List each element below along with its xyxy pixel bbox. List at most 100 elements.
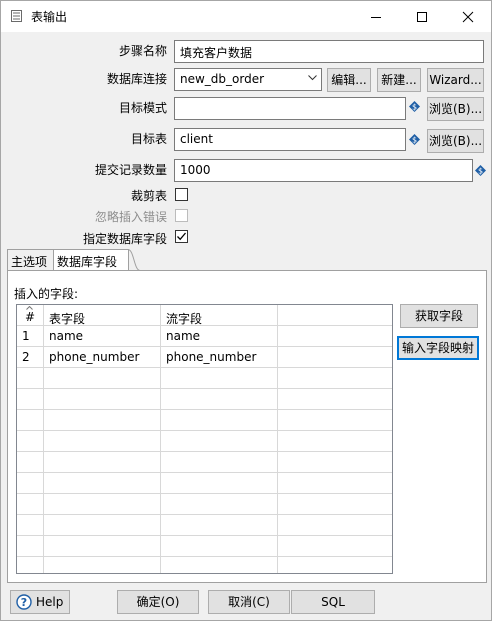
row-number-cell <box>17 473 44 494</box>
close-icon <box>462 11 474 23</box>
table-header: # 表字段 流字段 <box>17 305 392 326</box>
empty-cell <box>278 494 392 515</box>
input-field-mapping-button[interactable]: 输入字段映射 <box>397 336 479 360</box>
browse-schema-button[interactable]: 浏览(B)... <box>427 97 484 121</box>
target-table-label: 目标表 <box>130 132 167 146</box>
database-fields-panel: 插入的字段: # 表字段 流字段 1 name name 2 phone_number p… <box>7 270 487 583</box>
stream-field-cell[interactable] <box>161 536 278 557</box>
stream-field-cell[interactable] <box>161 389 278 410</box>
target-schema-label: 目标模式 <box>118 101 167 115</box>
truncate-table-checkbox[interactable] <box>175 188 188 201</box>
tab-main-options[interactable]: 主选项 <box>7 249 53 271</box>
tab-database-fields[interactable]: 数据库字段 <box>53 249 129 271</box>
row-number-cell: 2 <box>17 347 44 368</box>
get-fields-button[interactable]: 获取字段 <box>400 304 478 328</box>
table-field-cell[interactable] <box>44 389 161 410</box>
empty-cell <box>278 431 392 452</box>
table-row[interactable]: 1 name name <box>17 326 392 347</box>
sql-button[interactable]: SQL <box>291 590 375 614</box>
title-bar: 表输出 <box>1 1 491 32</box>
stream-field-cell[interactable] <box>161 473 278 494</box>
empty-table-row <box>17 389 392 410</box>
stream-field-cell[interactable]: name <box>161 326 278 347</box>
row-number-cell <box>17 368 44 389</box>
commit-size-input[interactable]: 1000 <box>174 159 473 182</box>
ignore-insert-errors-checkbox[interactable] <box>175 209 188 222</box>
minimize-button[interactable] <box>353 1 399 32</box>
table-output-dialog: 表输出 步骤名称 填充客户数据 数据库连接 new_db_order 编辑...… <box>0 0 492 621</box>
target-table-input[interactable]: client <box>174 128 406 151</box>
table-field-cell[interactable] <box>44 368 161 389</box>
column-header-stream-field[interactable]: 流字段 <box>161 305 278 326</box>
empty-table-row <box>17 536 392 557</box>
empty-cell <box>278 326 392 347</box>
empty-table-row <box>17 368 392 389</box>
variable-icon: $ <box>409 134 420 145</box>
specify-db-fields-checkbox[interactable] <box>175 230 188 243</box>
maximize-button[interactable] <box>399 1 445 32</box>
empty-table-row <box>17 515 392 536</box>
step-name-label: 步骤名称 <box>118 44 167 58</box>
stream-field-cell[interactable] <box>161 515 278 536</box>
edit-connection-button[interactable]: 编辑... <box>327 68 371 92</box>
row-number-cell <box>17 410 44 431</box>
column-header-table-field[interactable]: 表字段 <box>44 305 161 326</box>
empty-cell <box>278 515 392 536</box>
table-field-cell[interactable] <box>44 557 161 573</box>
svg-text:$: $ <box>478 167 483 176</box>
empty-cell <box>278 557 392 573</box>
stream-field-cell[interactable] <box>161 431 278 452</box>
ignore-insert-errors-label: 忽略插入错误 <box>94 210 167 224</box>
wizard-button[interactable]: Wizard... <box>427 68 484 92</box>
stream-field-cell[interactable] <box>161 494 278 515</box>
checkmark-icon <box>177 232 186 241</box>
table-field-cell[interactable]: phone_number <box>44 347 161 368</box>
empty-cell <box>278 536 392 557</box>
column-header-number[interactable]: # <box>17 305 44 326</box>
ok-button[interactable]: 确定(O) <box>117 590 199 614</box>
table-output-icon <box>11 10 22 22</box>
help-button[interactable]: ? Help <box>10 590 70 614</box>
close-button[interactable] <box>445 1 491 32</box>
specify-db-fields-label: 指定数据库字段 <box>82 232 167 246</box>
table-field-cell[interactable] <box>44 473 161 494</box>
table-field-cell[interactable]: name <box>44 326 161 347</box>
stream-field-cell[interactable] <box>161 410 278 431</box>
row-number-cell <box>17 494 44 515</box>
empty-cell <box>278 389 392 410</box>
empty-cell <box>278 410 392 431</box>
help-label: Help <box>36 595 64 609</box>
truncate-table-label: 裁剪表 <box>130 189 167 203</box>
chevron-down-icon <box>308 75 317 81</box>
variable-icon: $ <box>475 165 486 176</box>
row-number-cell <box>17 431 44 452</box>
svg-text:?: ? <box>21 596 27 609</box>
target-schema-input[interactable] <box>174 97 406 120</box>
maximize-icon <box>417 12 427 22</box>
stream-field-cell[interactable] <box>161 368 278 389</box>
table-field-cell[interactable] <box>44 410 161 431</box>
table-field-cell[interactable] <box>44 515 161 536</box>
table-row[interactable]: 2 phone_number phone_number <box>17 347 392 368</box>
empty-cell <box>278 473 392 494</box>
table-field-cell[interactable] <box>44 536 161 557</box>
row-number-cell <box>17 515 44 536</box>
insert-fields-label: 插入的字段: <box>14 287 79 301</box>
empty-cell <box>278 368 392 389</box>
row-number-cell: 1 <box>17 326 44 347</box>
svg-text:$: $ <box>412 103 417 112</box>
stream-field-cell[interactable] <box>161 557 278 573</box>
window-title: 表输出 <box>31 10 68 24</box>
new-connection-button[interactable]: 新建... <box>377 68 421 92</box>
table-field-cell[interactable] <box>44 494 161 515</box>
help-icon: ? <box>16 594 32 610</box>
stream-field-cell[interactable]: phone_number <box>161 347 278 368</box>
stream-field-cell[interactable] <box>161 452 278 473</box>
cancel-button[interactable]: 取消(C) <box>208 590 290 614</box>
step-name-input[interactable]: 填充客户数据 <box>174 40 484 63</box>
column-header-empty <box>278 305 392 326</box>
table-field-cell[interactable] <box>44 431 161 452</box>
table-field-cell[interactable] <box>44 452 161 473</box>
db-connection-select[interactable]: new_db_order <box>174 68 322 91</box>
browse-table-button[interactable]: 浏览(B)... <box>427 129 484 153</box>
